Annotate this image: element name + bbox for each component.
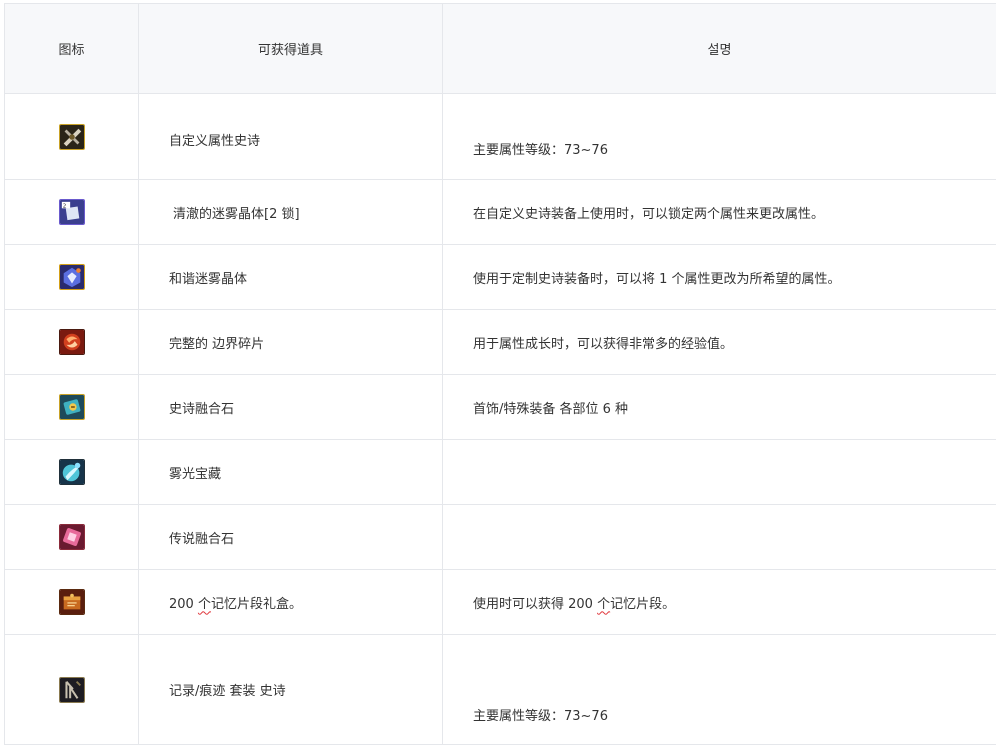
table-row: 200 个记忆片段礼盒。 使用时可以获得 200 个记忆片段。 [4,569,996,635]
legend-fusion-stone-icon [58,524,85,550]
custom-epic-icon [58,123,85,150]
item-desc: 首饰/特殊装备 各部位 6 种 [442,374,996,440]
header-desc: 설명 [442,3,996,94]
memory-gift-box-icon [58,589,85,615]
item-name-suffix: 记忆片段礼盒。 [210,596,302,612]
table-row: 和谐迷雾晶体 使用于定制史诗装备时，可以将 1 个属性更改为所希望的属性。 [4,244,996,310]
spellcheck-mark: 个 [197,596,211,612]
item-desc: 使用于定制史诗装备时，可以将 1 个属性更改为所希望的属性。 [442,244,996,310]
table-row: 传说融合石 [4,504,996,570]
item-desc-prefix: 使用时可以获得 200 [473,596,598,612]
item-desc: 主要属性等级：73~76 [473,143,608,158]
page: 图标 可获得道具 설명 自定义属性史诗 主要属性等级：73~76 2 清澈的迷雾… [0,0,996,745]
harmony-mist-crystal-icon [58,264,85,290]
item-desc: 主要属性等级：73~76 [473,709,608,724]
item-desc-suffix: 记忆片段。 [610,596,676,612]
item-desc [442,439,996,505]
item-name: 清澈的迷雾晶体[2 锁] [173,206,300,222]
table-row: 完整的 边界碎片 用于属性成长时，可以获得非常多的经验值。 [4,309,996,375]
table-row: 记录/痕迹 套装 史诗 主要属性等级：73~76 [4,634,996,745]
item-desc: 在自定义史诗装备上使用时，可以锁定两个属性来更改属性。 [442,179,996,245]
header-item: 可获得道具 [138,3,443,94]
epic-fusion-stone-icon [58,394,85,420]
table-header-row: 图标 可获得道具 설명 [4,3,996,94]
item-name: 完整的 边界碎片 [138,309,443,375]
table-row: 雾光宝藏 [4,439,996,505]
table-row: 自定义属性史诗 主要属性等级：73~76 [4,93,996,180]
table-row: 史诗融合石 首饰/特殊装备 各部位 6 种 [4,374,996,440]
items-table: 图标 可获得道具 설명 自定义属性史诗 主要属性等级：73~76 2 清澈的迷雾… [4,3,996,745]
item-name: 传说融合石 [138,504,443,570]
clear-mist-crystal-icon: 2 [58,199,85,225]
item-desc [442,504,996,570]
spellcheck-mark: 个 [597,596,611,612]
boundary-shard-icon [58,329,85,355]
item-desc: 用于属性成长时，可以获得非常多的经验值。 [442,309,996,375]
item-name: 自定义属性史诗 [138,93,443,180]
item-name-prefix: 200 [169,596,198,612]
mist-treasure-icon [58,459,85,485]
table-row: 2 清澈的迷雾晶体[2 锁] 在自定义史诗装备上使用时，可以锁定两个属性来更改属… [4,179,996,245]
item-name: 和谐迷雾晶体 [138,244,443,310]
item-name: 史诗融合石 [138,374,443,440]
item-name: 雾光宝藏 [138,439,443,505]
svg-text:2: 2 [62,203,66,209]
header-icon: 图标 [4,3,139,94]
item-name: 记录/痕迹 套装 史诗 [138,634,443,745]
record-trace-set-icon [58,676,85,703]
